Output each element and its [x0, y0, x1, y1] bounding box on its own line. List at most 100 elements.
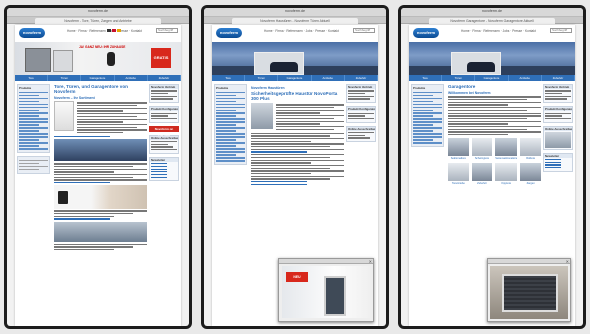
product-label: Seitensektionaltore — [495, 157, 518, 161]
sidebar-title: Produkte — [413, 86, 426, 90]
product-label: Zargen — [526, 182, 535, 186]
popup-titlebar — [488, 259, 570, 264]
product-tile[interactable]: Rolltore — [520, 138, 541, 160]
tab-bar: Novoferm Garagentore - Novoferm Garagent… — [401, 17, 583, 24]
right-box-title: Produkt Konfigurator — [347, 107, 375, 112]
right-box-title: Online Ausschreibung — [544, 126, 572, 131]
top-navigation[interactable]: Home · Firma · Referenzen · Jobs · Press… — [461, 29, 536, 33]
product-tile[interactable]: Zargen — [520, 163, 541, 185]
front-door-image — [324, 276, 346, 316]
search-input[interactable]: Suchbegriff — [353, 28, 375, 33]
tablet-screen: novoferm.de Novoferm - Tore, Türen, Zarg… — [7, 8, 189, 326]
product-tile[interactable]: Sektionaltore — [448, 138, 469, 160]
search-input[interactable]: Suchbegriff — [156, 28, 178, 33]
product-tile[interactable]: Torantriebe — [448, 163, 469, 185]
hero-banner[interactable] — [409, 42, 575, 75]
page-subheading: Novoferm – Ihr Sortiment — [54, 96, 95, 100]
address-bar[interactable]: novoferm.de — [401, 8, 583, 17]
youtube-button[interactable]: Novoferm on YouTube — [149, 125, 179, 137]
tablet-promo-image[interactable] — [54, 184, 147, 209]
left-sidebar: Produkte — [17, 84, 50, 174]
browser-tab[interactable]: Novoferm Haustüren - Novoferm Türen Aktu… — [232, 18, 358, 24]
address-url[interactable]: novoferm.de — [204, 9, 386, 13]
search-input[interactable]: Suchbegriff — [550, 28, 572, 33]
top-navigation[interactable]: Home · Firma · Referenzen · Jobs · Press… — [67, 29, 142, 33]
right-box-title: Novoferm Vertrieb — [150, 85, 178, 89]
product-label: Rolltore — [526, 157, 536, 161]
car-image — [270, 62, 298, 72]
right-box-title: Produkt Konfigurator — [150, 107, 178, 112]
main-content: Garagentore Willkommen bei Novoferm Sekt… — [448, 84, 541, 185]
left-sidebar: Produkte — [214, 84, 247, 166]
sidebar-title: Produkte — [216, 86, 229, 90]
hero-banner[interactable]: JA! GANZ NEU: IHR ZUHAUSE GRATIS — [15, 42, 181, 75]
page-subheading: Novoferm Haustüren — [251, 86, 285, 90]
remote-control-image — [107, 52, 115, 66]
garage-door-image — [502, 274, 558, 312]
close-icon[interactable]: ✕ — [566, 259, 569, 264]
right-box-title: Novoferm Vertrieb — [347, 85, 375, 89]
lightbox-popup[interactable]: ✕ NEU — [278, 258, 374, 322]
address-bar[interactable]: novoferm.de — [7, 8, 189, 17]
tab-bar: Novoferm Haustüren - Novoferm Türen Aktu… — [204, 17, 386, 24]
address-url[interactable]: novoferm.de — [401, 9, 583, 13]
product-label: Torantriebe — [451, 182, 465, 186]
main-content: Novoferm Haustüren Sicherheitsgeprüfte H… — [251, 84, 344, 186]
door-image — [53, 50, 73, 72]
novoferm-logo[interactable]: novoferm — [216, 28, 242, 38]
flag-uk-icon[interactable] — [112, 29, 116, 32]
product-tile[interactable]: Kipptore — [495, 163, 518, 186]
banner-text: JA! GANZ NEU: IHR ZUHAUSE — [79, 45, 126, 49]
browser-tab[interactable]: Novoferm Garagentore - Novoferm Garagent… — [429, 18, 555, 24]
teaser-image[interactable] — [54, 139, 147, 162]
car-image — [467, 62, 495, 72]
popup-image — [490, 266, 568, 319]
lightbox-popup[interactable]: ✕ — [487, 258, 571, 322]
page-heading: Sicherheitsgeprüfte Haustür NovoPorta 30… — [251, 91, 338, 101]
team-image[interactable] — [54, 221, 147, 242]
right-box-title: Online Ausschreibung — [150, 135, 178, 140]
product-label: Schwingtore — [474, 157, 490, 161]
product-tile[interactable]: Schwingtore — [471, 138, 493, 161]
web-page: novoferm Home · Firma · Referenzen · Job… — [212, 25, 379, 326]
door-thumbnail[interactable] — [251, 103, 273, 129]
tab-bar: Novoferm - Tore, Türen, Zargen und Antri… — [7, 17, 189, 24]
left-sidebar: Produkte — [411, 84, 444, 148]
address-bar[interactable]: novoferm.de — [204, 8, 386, 17]
hero-banner[interactable] — [212, 42, 378, 75]
right-sidebar: Novoferm Vertrieb Produkt Konfigurator O… — [346, 84, 376, 145]
product-tile[interactable]: Seitensektionaltore — [495, 138, 518, 161]
promo-label: NEU — [286, 272, 308, 282]
product-label: Sektionaltore — [450, 157, 466, 161]
promo-badge[interactable]: GRATIS — [151, 48, 171, 68]
product-image[interactable] — [54, 101, 74, 131]
product-grid: Sektionaltore Schwingtore Seitensektiona… — [448, 138, 541, 185]
popup-image: NEU — [282, 266, 370, 318]
address-url[interactable]: novoferm.de — [7, 9, 189, 13]
close-icon[interactable]: ✕ — [369, 259, 372, 264]
sidebar-title: Produkte — [19, 86, 32, 90]
right-box-title: Newsletter — [544, 153, 572, 158]
product-label: Kipptore — [501, 182, 512, 186]
right-box-title: Produkt Konfigurator — [544, 107, 572, 112]
right-sidebar: Novoferm Vertrieb Produkt Konfigurator O… — [543, 84, 573, 175]
site-header: novoferm Home · Firma · Referenzen · Job… — [15, 25, 181, 42]
novoferm-logo[interactable]: novoferm — [413, 28, 439, 38]
sidebar-thumbnail[interactable] — [545, 131, 571, 148]
tablet-device-icon — [58, 190, 68, 204]
web-page: novoferm Home · Firma · Referenzen · Job… — [409, 25, 576, 326]
right-box-title: Online Ausschreibung — [347, 126, 375, 131]
garage-door-image — [25, 48, 51, 72]
product-tile[interactable]: Zubehör — [471, 163, 493, 185]
right-box-title: Newsletter — [150, 157, 178, 162]
novoferm-logo[interactable]: novoferm — [19, 28, 45, 38]
tablet-screenshot-2: novoferm.de Novoferm Haustüren - Novofer… — [201, 5, 389, 329]
page-subheading: Willkommen bei Novoferm — [448, 91, 491, 95]
browser-tab[interactable]: Novoferm - Tore, Türen, Zargen und Antri… — [35, 18, 161, 24]
page-heading: Garagentore — [448, 84, 476, 89]
page-heading: Tore, Türen, und Garagentore von Novofer… — [54, 84, 128, 94]
flag-es-icon[interactable] — [117, 29, 121, 32]
right-sidebar: Novoferm Vertrieb Produkt Konfigurator N… — [149, 84, 179, 184]
flag-de-icon[interactable] — [107, 29, 111, 32]
top-navigation[interactable]: Home · Firma · Referenzen · Jobs · Press… — [264, 29, 339, 33]
